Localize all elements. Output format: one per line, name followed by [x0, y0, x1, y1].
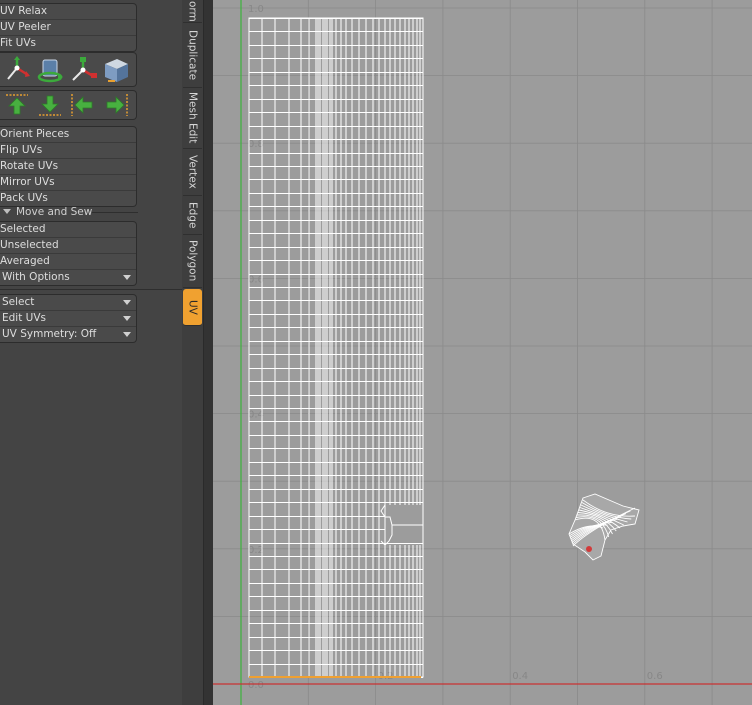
- sew-averaged-button[interactable]: Averaged: [0, 253, 136, 269]
- header-divider: [92, 212, 138, 213]
- transform-icon-bar: [0, 52, 137, 87]
- sew-selected-button[interactable]: Selected: [0, 222, 136, 237]
- uv-viewport[interactable]: 1.00.80.60.40.20.00.20.40.6: [213, 0, 752, 705]
- align-icon-bar: [0, 90, 137, 120]
- tool-panel: UV Relax UV Peeler Fit UVs Orient Pieces…: [0, 0, 182, 705]
- uv-canvas[interactable]: 1.00.80.60.40.20.00.20.40.6: [213, 0, 752, 705]
- mesh-notch: [380, 504, 423, 546]
- tab-label: Polygon: [186, 240, 199, 282]
- with-options-label: With Options: [2, 271, 70, 283]
- chevron-down-icon: [123, 316, 131, 321]
- collapse-triangle-icon[interactable]: [3, 209, 11, 214]
- tab-label: Mesh Edit: [186, 92, 199, 144]
- chevron-down-icon: [123, 300, 131, 305]
- flip-uvs-button[interactable]: Flip UVs: [0, 142, 136, 158]
- tab-label: Duplicate: [186, 29, 199, 81]
- uv-move-icon[interactable]: [0, 53, 33, 86]
- tab-label: Vertex: [186, 155, 199, 189]
- chevron-down-icon: [123, 275, 131, 280]
- tab-uv[interactable]: UV: [183, 289, 202, 326]
- tab-mesh-edit[interactable]: Mesh Edit: [183, 88, 202, 149]
- align-up-icon[interactable]: [0, 91, 33, 119]
- tab-label: Edge: [186, 201, 199, 229]
- move-and-sew-title: Move and Sew: [16, 206, 93, 218]
- edit-uvs-dropdown[interactable]: Edit UVs: [0, 310, 136, 326]
- tab-label: UV: [186, 299, 199, 315]
- tab-transform[interactable]: orm: [183, 0, 202, 23]
- uv-mesh-wireframe[interactable]: [248, 17, 424, 678]
- sew-unselected-button[interactable]: Unselected: [0, 237, 136, 253]
- rotate-uvs-button[interactable]: Rotate UVs: [0, 158, 136, 174]
- tick-label-u: 0.4: [512, 671, 528, 682]
- tick-label-v: 1.0: [248, 4, 264, 15]
- panel-separator: [0, 289, 182, 290]
- uv-peeler-button[interactable]: UV Peeler: [0, 19, 136, 35]
- align-right-icon[interactable]: [99, 91, 132, 119]
- uv-symmetry-dropdown-label: UV Symmetry: Off: [2, 328, 97, 340]
- tab-polygon[interactable]: Polygon: [183, 235, 202, 288]
- move-and-sew-header[interactable]: Move and Sew: [0, 204, 180, 220]
- uv-island-small[interactable]: [568, 493, 640, 561]
- uv-rotate-icon[interactable]: [33, 53, 66, 86]
- uv-grid: [213, 0, 752, 705]
- tick-label-u: 0.6: [647, 671, 663, 682]
- select-dropdown-label: Select: [2, 296, 35, 308]
- uv-symmetry-dropdown[interactable]: UV Symmetry: Off: [0, 326, 136, 342]
- tab-label: orm: [186, 0, 199, 22]
- with-options-dropdown[interactable]: With Options: [0, 269, 136, 285]
- uv-tick-labels: 1.00.80.60.40.20.00.20.40.6: [248, 4, 663, 691]
- uv-transform-box-icon[interactable]: [99, 53, 132, 86]
- edit-uvs-dropdown-label: Edit UVs: [2, 312, 47, 324]
- island-wire: [568, 493, 640, 561]
- uv-scale-icon[interactable]: [66, 53, 99, 86]
- tick-label-v: 0.0: [248, 680, 264, 691]
- orient-pieces-button[interactable]: Orient Pieces: [0, 127, 136, 142]
- mirror-uvs-button[interactable]: Mirror UVs: [0, 174, 136, 190]
- uv-relax-button[interactable]: UV Relax: [0, 4, 136, 19]
- align-left-icon[interactable]: [66, 91, 99, 119]
- select-dropdown[interactable]: Select: [0, 295, 136, 310]
- align-down-icon[interactable]: [33, 91, 66, 119]
- island-selection: [586, 546, 592, 552]
- move-and-sew-group: Selected Unselected Averaged With Option…: [0, 221, 137, 286]
- piece-tools-group: Orient Pieces Flip UVs Rotate UVs Mirror…: [0, 126, 137, 207]
- chevron-down-icon: [123, 332, 131, 337]
- tab-edge[interactable]: Edge: [183, 196, 202, 235]
- mode-dropdowns-group: Select Edit UVs UV Symmetry: Off: [0, 294, 137, 343]
- vertical-tab-strip: orm Duplicate Mesh Edit Vertex Edge Poly…: [182, 0, 203, 705]
- uv-tools-group: UV Relax UV Peeler Fit UVs: [0, 3, 137, 52]
- tab-duplicate[interactable]: Duplicate: [183, 23, 202, 88]
- fit-uvs-button[interactable]: Fit UVs: [0, 35, 136, 51]
- tab-vertex[interactable]: Vertex: [183, 149, 202, 196]
